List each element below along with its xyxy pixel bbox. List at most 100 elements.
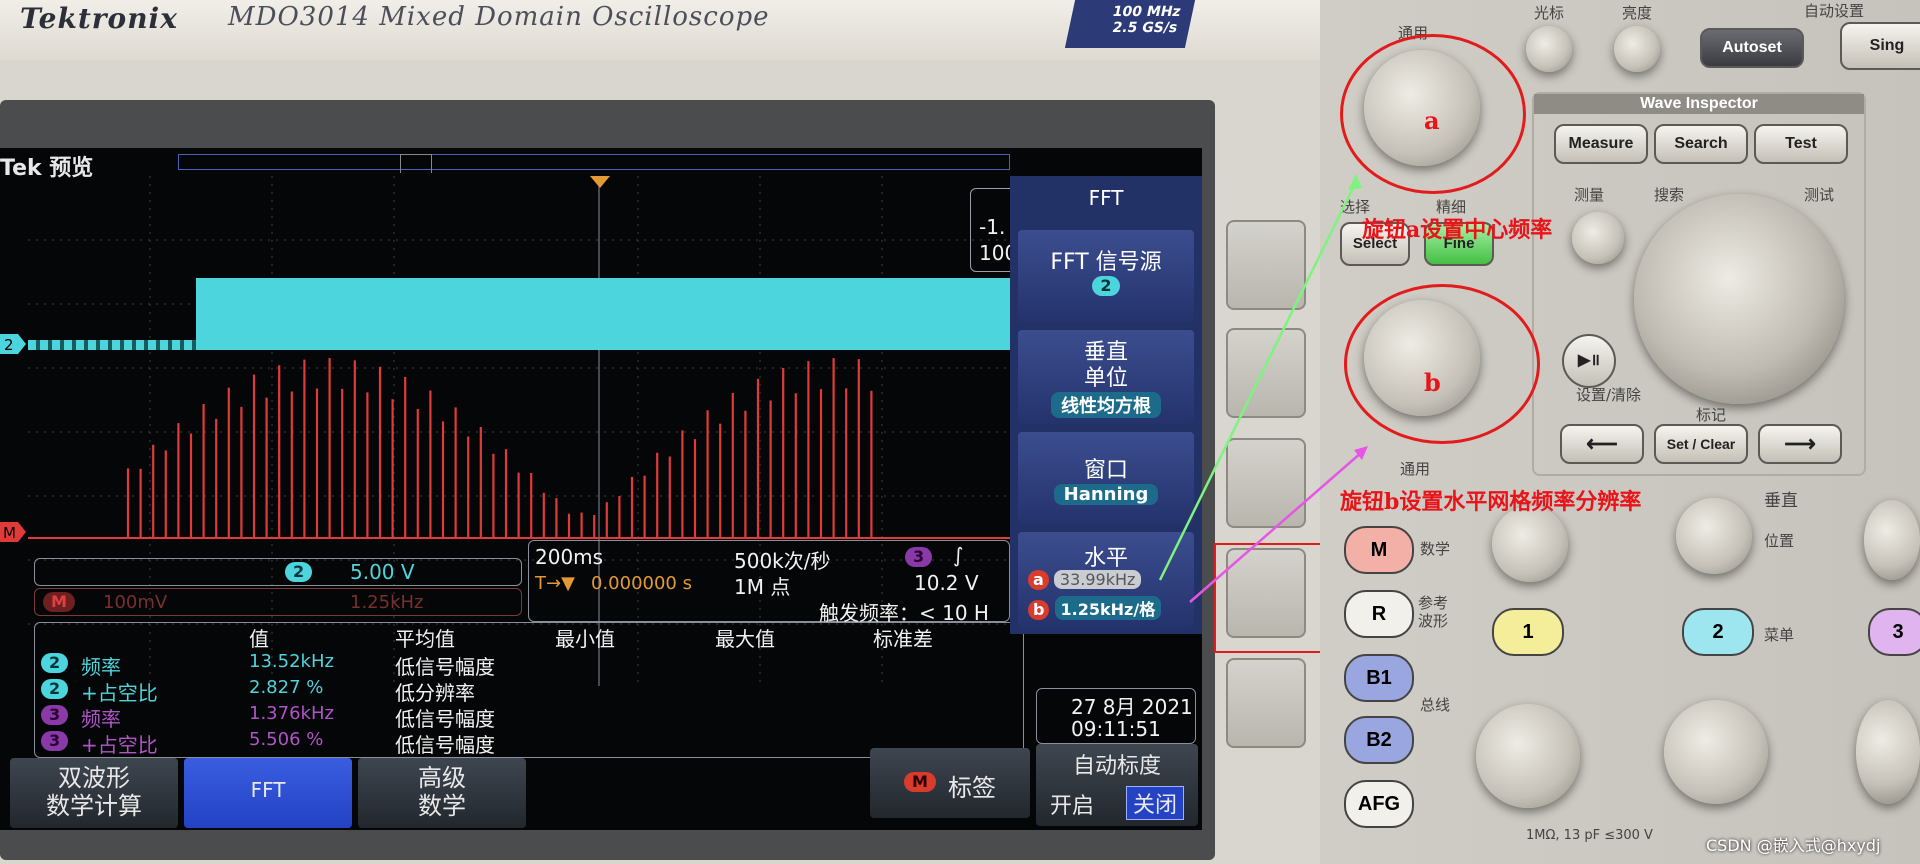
general-bottom-label: 通用	[1400, 460, 1431, 478]
input-spec-label: 1MΩ, 13 pF ≤300 V	[1526, 828, 1653, 843]
cursors-label: 光标	[1534, 4, 1565, 22]
time-text: 09:11:51	[1071, 717, 1161, 741]
fft-spectrum-trace	[28, 358, 1010, 539]
trigger-position-marker	[590, 176, 610, 188]
brand-name: Tektronix	[20, 2, 178, 35]
fft-button[interactable]: FFT	[184, 758, 352, 828]
knob-b-highlight	[1344, 284, 1540, 444]
meas-header-stddev: 标准差	[873, 627, 933, 651]
svg-text:M: M	[3, 524, 16, 542]
row-name: 频率	[81, 707, 121, 731]
channel2-digital-trace	[196, 278, 1010, 350]
knob-a-annotation-text: 旋钮a设置中心频率	[1362, 217, 1553, 243]
meas-header-mean: 平均值	[395, 627, 455, 651]
channel2-button[interactable]: 2	[1682, 608, 1754, 656]
vertical-section-label: 垂直	[1764, 491, 1798, 511]
next-arrow-button[interactable]: ⟶	[1758, 424, 1842, 464]
mark-cn-label: 标记	[1696, 406, 1727, 424]
delay-value: 0.000000 s	[591, 573, 692, 594]
fft-label: FFT	[250, 778, 286, 802]
trigger-slope-icon: ∫	[953, 543, 964, 567]
set-clear-cn-label: 设置/清除	[1576, 386, 1642, 404]
brand-strip: Tektronix MDO3014 Mixed Domain Oscillosc…	[0, 0, 1320, 60]
position-label: 位置	[1764, 532, 1795, 550]
measurement-table: 值 平均值 最小值 最大值 标准差 2 频率 13.52kHz 低信号幅度 2 …	[34, 622, 1024, 758]
center-frequency: 33.99kHz	[1053, 570, 1142, 589]
row-value: 5.506 %	[249, 729, 324, 750]
bus-b2-button[interactable]: B2	[1344, 716, 1414, 764]
autoset-top-label: 自动设置	[1804, 2, 1865, 20]
single-button[interactable]: Sing	[1840, 22, 1920, 70]
row-note: 低信号幅度	[395, 655, 495, 679]
knob-a-marker: a	[1028, 570, 1049, 590]
math-label-button[interactable]: M 标签	[870, 748, 1030, 818]
math-ground-marker: M	[0, 522, 26, 542]
test-button[interactable]: Test	[1754, 124, 1848, 164]
channel2-readout[interactable]: 2 5.00 V	[34, 558, 522, 586]
meas-header-min: 最小值	[555, 627, 615, 651]
math-label-icon: M	[904, 772, 936, 792]
bus-cn-label: 总线	[1420, 696, 1451, 714]
knob-b-marker: b	[1028, 600, 1050, 620]
row-note: 低信号幅度	[395, 733, 495, 757]
sample-rate: 500k次/秒	[734, 549, 831, 573]
channel3-scale-knob[interactable]	[1856, 700, 1920, 804]
row-name: +占空比	[81, 681, 158, 705]
channel2-position-knob[interactable]	[1676, 498, 1752, 574]
reference-cn-label: 参考 波形	[1418, 594, 1449, 630]
model-name: MDO3014 Mixed Domain Oscilloscope	[228, 2, 770, 32]
side-key-5[interactable]	[1226, 658, 1306, 748]
test-cn-label: 测试	[1804, 186, 1835, 204]
math-scale: 100mV	[103, 592, 168, 613]
partial-readout-line1: -1.	[979, 215, 1006, 239]
channel3-button[interactable]: 3	[1868, 608, 1920, 656]
channel1-position-knob[interactable]	[1492, 506, 1568, 582]
dual-waveform-math-button[interactable]: 双波形 数学计算	[10, 758, 178, 828]
trigger-level: 10.2 V	[914, 571, 979, 595]
table-row: 3 +占空比 5.506 % 低信号幅度	[41, 729, 641, 757]
math-label-text: 标签	[948, 774, 996, 802]
trigger-channel-badge: 3	[905, 547, 933, 567]
measure-cn-label: 测量	[1574, 186, 1605, 204]
zoom-button[interactable]	[1572, 212, 1624, 264]
afg-button[interactable]: AFG	[1344, 780, 1414, 828]
wave-inspector-title: Wave Inspector	[1534, 94, 1864, 114]
channel1-button[interactable]: 1	[1492, 608, 1564, 656]
record-view-bracket	[400, 154, 432, 173]
bus-b1-button[interactable]: B1	[1344, 654, 1414, 702]
record-view-bar	[178, 154, 1010, 170]
cursors-button[interactable]	[1526, 26, 1572, 72]
brightness-button[interactable]	[1614, 26, 1660, 72]
search-cn-label: 搜索	[1654, 186, 1685, 204]
channel3-position-knob[interactable]	[1864, 500, 1920, 580]
autoset-button[interactable]: Autoset	[1700, 28, 1804, 68]
window-value: Hanning	[1053, 484, 1159, 505]
channel1-scale-knob[interactable]	[1476, 704, 1580, 808]
math-cn-label: 数学	[1420, 540, 1451, 558]
previous-arrow-button[interactable]: ⟵	[1560, 424, 1644, 464]
watermark: CSDN @嵌入式@hxydj	[1706, 836, 1881, 855]
play-pause-button[interactable]: ▶॥	[1562, 334, 1616, 388]
row-note: 低分辨率	[395, 681, 475, 705]
measure-button[interactable]: Measure	[1554, 124, 1648, 164]
search-button[interactable]: Search	[1654, 124, 1748, 164]
row-value: 1.376kHz	[249, 703, 334, 724]
knob-b-annotation-letter: b	[1424, 368, 1441, 397]
dual-math-label: 双波形 数学计算	[46, 764, 142, 820]
row-channel-badge: 3	[41, 731, 69, 751]
math-badge: M	[43, 592, 75, 612]
advanced-math-label: 高级 数学	[418, 764, 466, 820]
advanced-math-button[interactable]: 高级 数学	[358, 758, 526, 828]
spec-badge: 100 MHz 2.5 GS/s	[1064, 0, 1196, 48]
autoscale-off: 关闭	[1126, 786, 1185, 820]
autoscale-button[interactable]: 自动标度 开启 关闭	[1036, 744, 1198, 826]
meas-header-value: 值	[249, 627, 269, 651]
pan-knob[interactable]	[1634, 194, 1844, 404]
row-name: +占空比	[81, 733, 158, 757]
math-freq: 1.25kHz	[350, 592, 424, 613]
math-readout[interactable]: M 100mV 1.25kHz	[34, 588, 522, 616]
timebase-readout[interactable]: 200ms 500k次/秒 3 ∫ T→▼ 0.000000 s 1M 点 10…	[528, 540, 1010, 625]
set-clear-button[interactable]: Set / Clear	[1654, 424, 1748, 464]
autoscale-label: 自动标度	[1072, 754, 1161, 779]
channel2-scale-knob[interactable]	[1664, 700, 1768, 804]
